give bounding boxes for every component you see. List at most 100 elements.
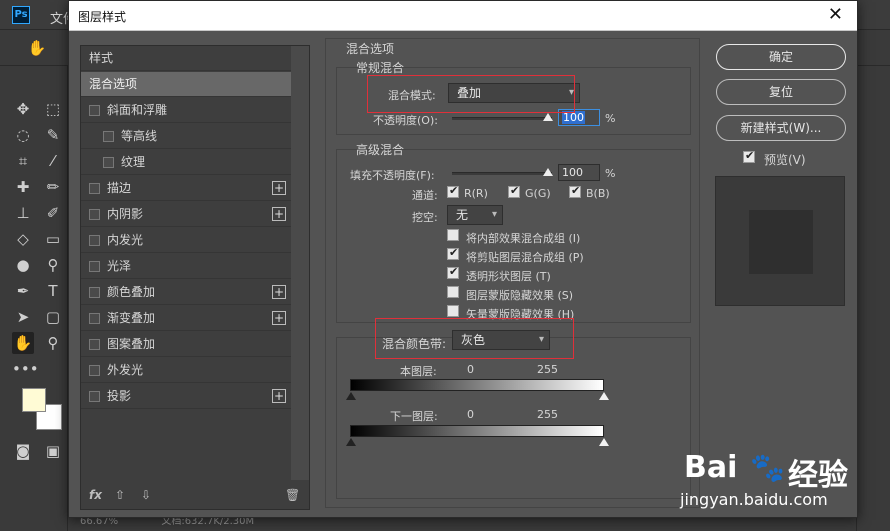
trash-icon[interactable]: 🗑 [285,488,300,502]
preview-checkbox[interactable] [743,149,755,163]
add-effect-icon[interactable]: + [272,389,286,403]
move-down-icon[interactable]: ⇩ [141,488,151,502]
hand-tool-icon[interactable]: ✋ [12,332,34,354]
pen-tool-icon[interactable]: ✒ [12,280,34,302]
style-item-12[interactable]: 投影 + [81,384,291,409]
screen-mode-icon[interactable]: ▣ [42,440,64,462]
general-blending-title: 常规混合 [356,61,405,75]
lasso-tool-icon[interactable]: ◌ [12,124,34,146]
history-brush-icon[interactable]: ✐ [42,202,64,224]
advanced-option-checkbox-1[interactable] [447,246,459,260]
quick-mask-icon[interactable]: ◙ [12,440,34,462]
style-item-label: 图案叠加 [107,337,156,351]
style-item-4[interactable]: 描边 + [81,176,291,201]
channel-r-checkbox[interactable] [447,184,459,198]
crop-tool-icon[interactable]: ⌗ [12,150,34,172]
style-item-checkbox[interactable] [103,131,114,142]
style-item-checkbox[interactable] [89,261,100,272]
fill-opacity-slider-knob[interactable] [543,168,553,176]
rectangle-tool-icon[interactable]: ▢ [42,306,64,328]
underlying-black-slider[interactable] [346,438,356,446]
brush-tool-icon[interactable]: ✏ [42,176,64,198]
quick-select-tool-icon[interactable]: ✎ [42,124,64,146]
advanced-option-checkbox-3[interactable] [447,286,459,298]
style-item-0[interactable]: 混合选项 [81,72,291,97]
add-effect-icon[interactable]: + [272,285,286,299]
style-item-label: 内发光 [107,233,144,247]
reset-button[interactable]: 复位 [716,79,846,105]
style-item-checkbox[interactable] [89,339,100,350]
gradient-tool-icon[interactable]: ▭ [42,228,64,250]
stamp-tool-icon[interactable]: ⊥ [12,202,34,224]
style-item-8[interactable]: 颜色叠加 + [81,280,291,305]
fill-opacity-input[interactable]: 100 [558,164,600,181]
style-item-10[interactable]: 图案叠加 [81,332,291,357]
advanced-option-checkbox-2[interactable] [447,265,459,279]
style-item-checkbox[interactable] [89,391,100,402]
channel-g-checkbox[interactable] [508,184,520,198]
fill-opacity-slider[interactable] [452,172,552,175]
style-item-checkbox[interactable] [89,209,100,220]
knockout-select[interactable]: 无 ▾ [447,205,503,225]
advanced-option-label-2: 透明形状图层 (T) [466,270,551,283]
style-item-11[interactable]: 外发光 [81,358,291,383]
dodge-tool-icon[interactable]: ⚲ [42,254,64,276]
style-item-label: 内阴影 [107,207,144,221]
new-style-button[interactable]: 新建样式(W)... [716,115,846,141]
style-item-label: 混合选项 [89,77,138,91]
advanced-option-checkbox-4[interactable] [447,305,459,317]
underlying-white-slider[interactable] [599,438,609,446]
fx-icon[interactable]: fx [89,488,102,502]
styles-scrollbar[interactable] [291,46,309,480]
add-effect-icon[interactable]: + [272,181,286,195]
zoom-tool-icon[interactable]: ⚲ [42,332,64,354]
dialog-titlebar: 图层样式 ✕ [69,1,857,31]
style-item-5[interactable]: 内阴影 + [81,202,291,227]
style-item-checkbox[interactable] [103,157,114,168]
layer-style-dialog: 图层样式 ✕ 样式 混合选项 斜面和浮雕 等高线 纹理 描边 + 内阴影 + 内发光 光泽 颜色叠加… [68,0,858,518]
move-up-icon[interactable]: ⇧ [115,488,125,502]
style-item-checkbox[interactable] [89,105,100,116]
blur-tool-icon[interactable]: ● [12,254,34,276]
style-item-2[interactable]: 等高线 [81,124,291,149]
hand-tool-option-icon[interactable]: ✋ [26,37,48,59]
paw-icon: 🐾 [750,451,785,484]
style-item-7[interactable]: 光泽 [81,254,291,279]
type-tool-icon[interactable]: T [42,280,64,302]
eyedropper-tool-icon[interactable]: ⁄ [42,150,64,172]
healing-tool-icon[interactable]: ✚ [12,176,34,198]
style-item-6[interactable]: 内发光 [81,228,291,253]
foreground-color-swatch[interactable] [22,388,46,412]
style-item-checkbox[interactable] [89,313,100,324]
add-effect-icon[interactable]: + [272,311,286,325]
move-tool-icon[interactable]: ✥ [12,98,34,120]
advanced-option-label-0: 将内部效果混合成组 (I) [466,232,581,245]
close-icon[interactable]: ✕ [828,4,843,25]
channels-label: 通道: [412,189,438,202]
style-item-label: 外发光 [107,363,144,377]
style-item-label: 等高线 [121,129,158,143]
style-item-1[interactable]: 斜面和浮雕 [81,98,291,123]
style-item-9[interactable]: 渐变叠加 + [81,306,291,331]
style-item-checkbox[interactable] [89,365,100,376]
advanced-option-label-1: 将剪贴图层混合成组 (P) [466,251,584,264]
advanced-option-checkbox-0[interactable] [447,229,459,241]
opacity-slider-knob[interactable] [543,113,553,121]
more-tools-icon[interactable]: ••• [12,358,39,380]
channel-b-checkbox[interactable] [569,184,581,198]
this-layer-gradient [350,379,604,391]
path-select-icon[interactable]: ➤ [12,306,34,328]
this-layer-white-slider[interactable] [599,392,609,400]
style-item-checkbox[interactable] [89,287,100,298]
eraser-tool-icon[interactable]: ◇ [12,228,34,250]
this-layer-black-slider[interactable] [346,392,356,400]
marquee-tool-icon[interactable]: ⬚ [42,98,64,120]
dialog-title: 图层样式 [78,10,127,24]
opacity-slider[interactable] [452,117,552,120]
style-item-3[interactable]: 纹理 [81,150,291,175]
add-effect-icon[interactable]: + [272,207,286,221]
channel-b-label: B(B) [586,187,610,200]
style-item-checkbox[interactable] [89,235,100,246]
ok-button[interactable]: 确定 [716,44,846,70]
style-item-checkbox[interactable] [89,183,100,194]
